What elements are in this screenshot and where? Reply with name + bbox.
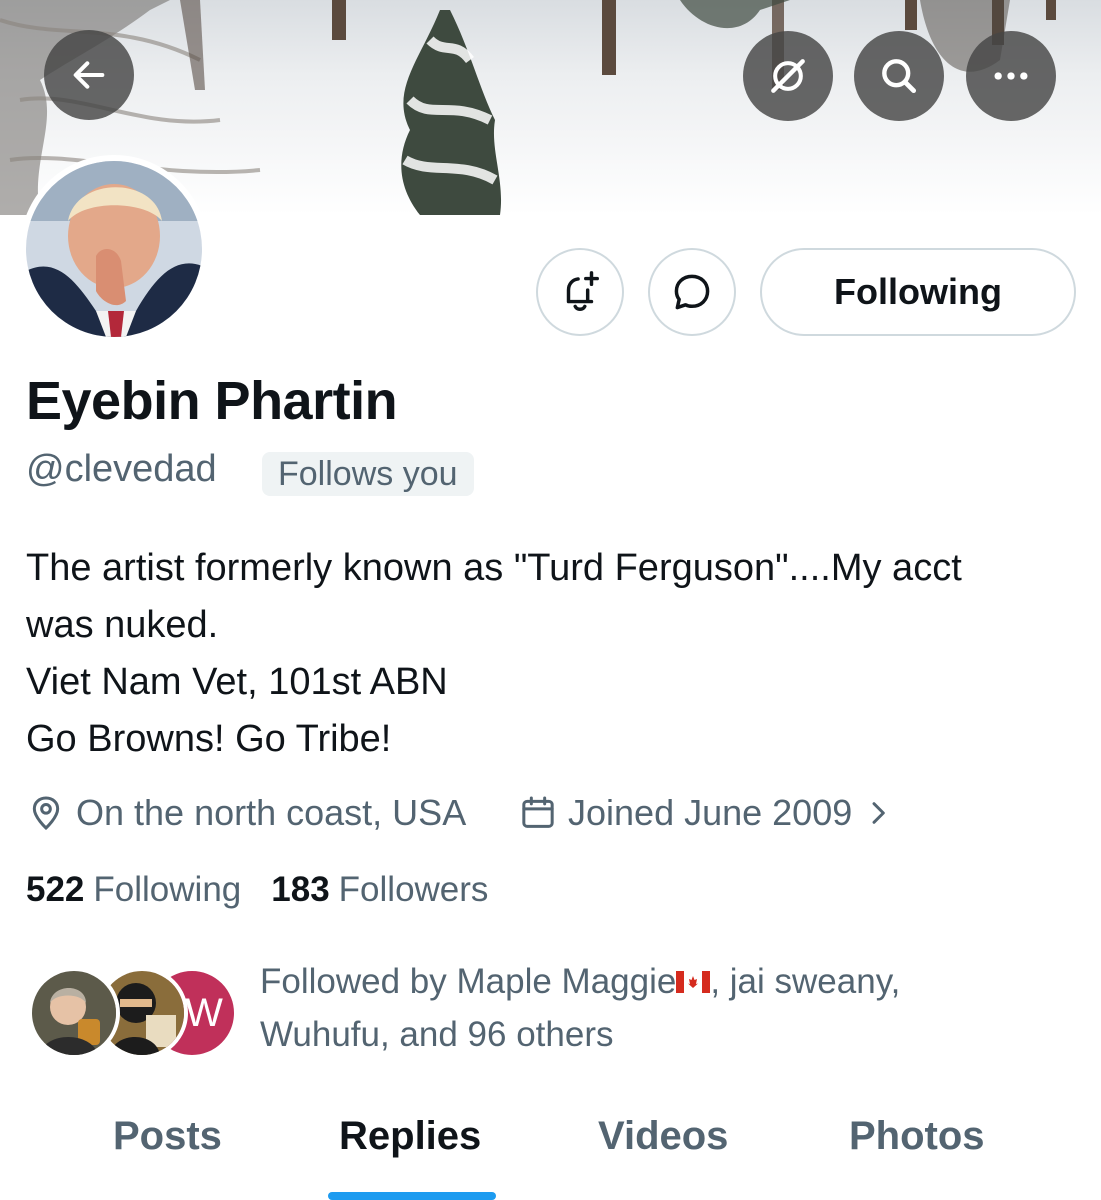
followed-by-line2: Wuhufu, and 96 others [260, 1015, 614, 1054]
tab-posts[interactable]: Posts [113, 1114, 222, 1159]
bio-line: was nuked. [26, 604, 219, 646]
message-button[interactable] [648, 248, 736, 336]
canada-flag-icon [676, 970, 711, 993]
follows-you-badge: Follows you [262, 452, 474, 496]
location-item: On the north coast, USA [26, 790, 466, 836]
grok-button[interactable] [743, 31, 833, 121]
search-button[interactable] [854, 31, 944, 121]
follower-avatar-1[interactable] [28, 967, 120, 1059]
followed-by-text[interactable]: Followed by Maple Maggie , jai sweany, W… [260, 955, 900, 1061]
notify-button[interactable] [536, 248, 624, 336]
more-horizontal-icon [994, 72, 1028, 80]
tab-videos[interactable]: Videos [598, 1114, 728, 1159]
bio-line: Go Browns! Go Tribe! [26, 718, 392, 760]
followed-by-suffix: , jai sweany, [710, 962, 901, 1001]
bio-line: Viet Nam Vet, 101st ABN [26, 661, 448, 703]
follower-avatar-photo [32, 971, 116, 1055]
profile-avatar[interactable] [20, 155, 208, 343]
joined-text: Joined June 2009 [568, 792, 853, 833]
profile-tabs: Posts Replies Videos Photos [0, 1100, 1101, 1200]
location-pin-icon [32, 796, 60, 831]
search-icon [882, 59, 917, 94]
tab-replies[interactable]: Replies [339, 1114, 481, 1159]
follower-avatar-letter: W [185, 990, 223, 1035]
chat-bubble-icon [674, 274, 710, 310]
bell-plus-icon [566, 271, 599, 311]
back-button[interactable] [44, 30, 134, 120]
follow-counts: 522 Following 183 Followers [26, 870, 518, 910]
more-button[interactable] [966, 31, 1056, 121]
profile-bio: The artist formerly known as "Turd Fergu… [26, 540, 1086, 768]
tab-photos[interactable]: Photos [849, 1114, 985, 1159]
following-count: 522 [26, 870, 85, 909]
following-label: Following [93, 870, 242, 909]
following-count-link[interactable]: 522 Following [26, 870, 241, 910]
display-name: Eyebin Phartin [26, 371, 398, 431]
location-text: On the north coast, USA [76, 792, 467, 833]
joined-item[interactable]: Joined June 2009 [518, 790, 904, 836]
bio-line: The artist formerly known as "Turd Fergu… [26, 547, 962, 589]
avatar-photo [26, 161, 202, 337]
followers-count-link[interactable]: 183 Followers [271, 870, 488, 910]
calendar-icon [522, 796, 554, 828]
chevron-right-icon [872, 802, 886, 824]
followers-count: 183 [271, 870, 330, 909]
grok-icon [771, 59, 805, 93]
following-button[interactable]: Following [760, 248, 1076, 336]
active-tab-indicator [328, 1192, 496, 1200]
followed-by-prefix: Followed by Maple Maggie [260, 962, 677, 1001]
followers-label: Followers [338, 870, 489, 909]
user-handle: @clevedad [26, 448, 217, 490]
arrow-left-icon [73, 61, 105, 89]
